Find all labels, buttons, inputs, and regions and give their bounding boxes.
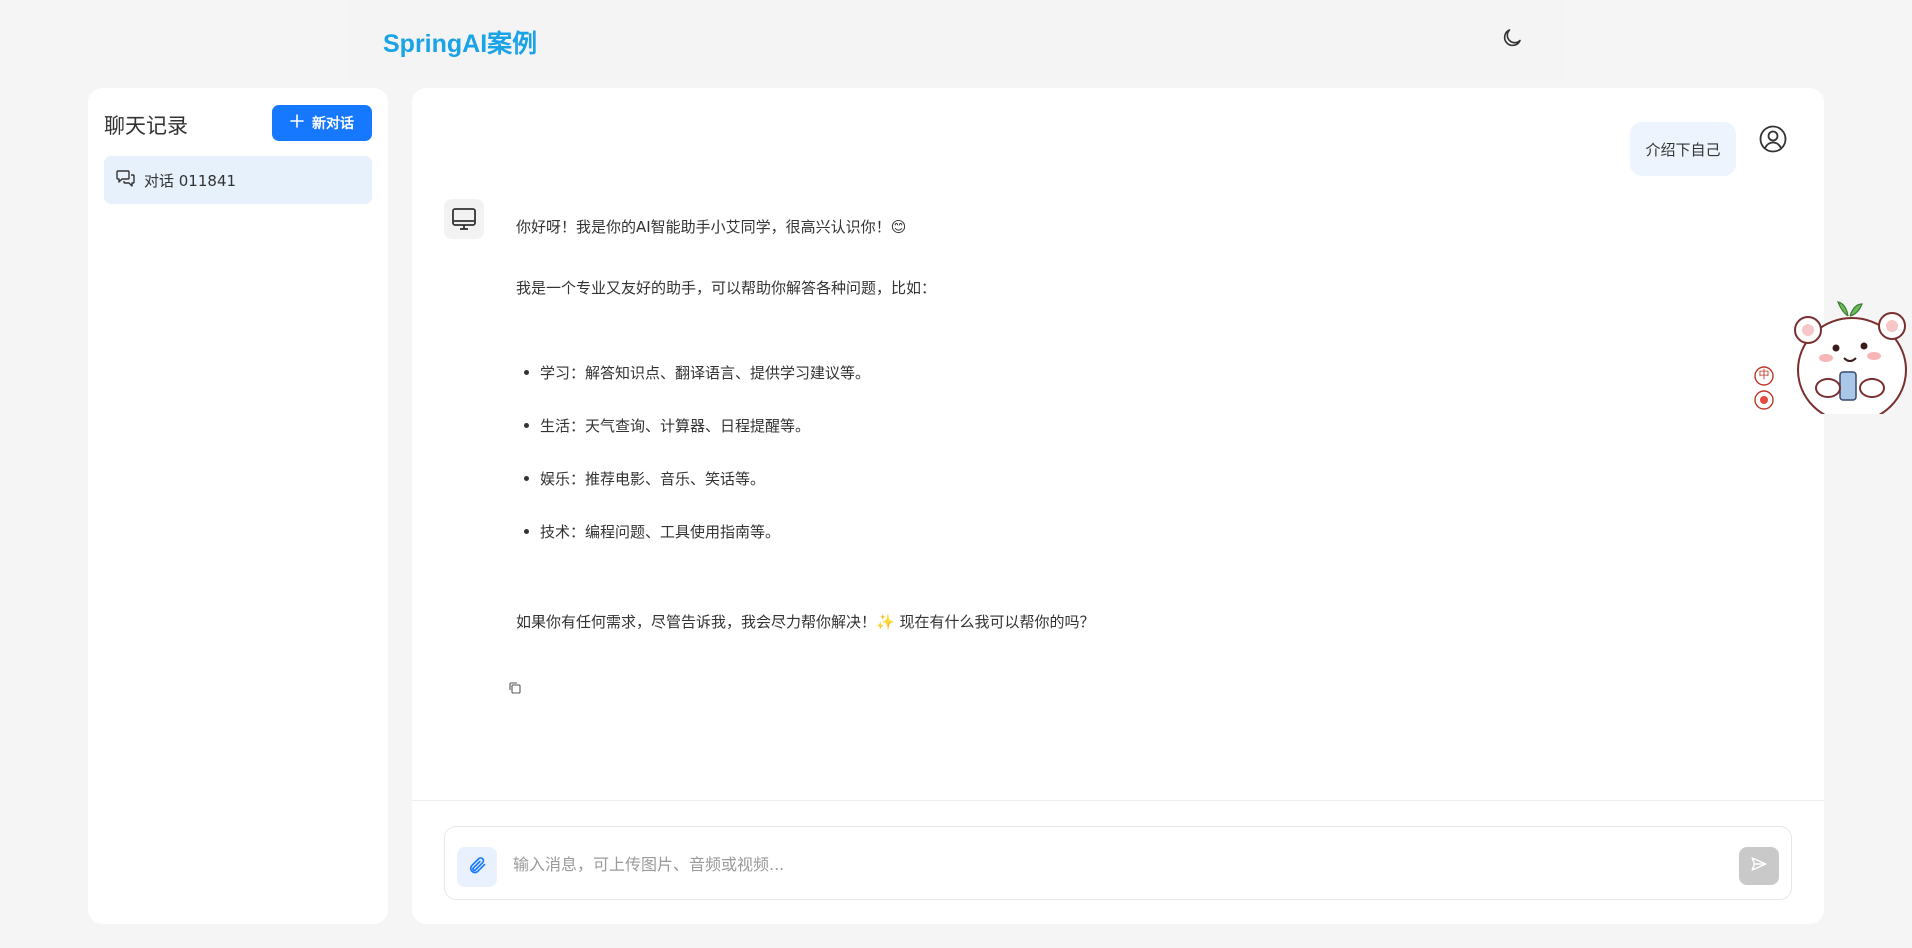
- send-button[interactable]: [1739, 847, 1779, 885]
- composer-divider: [412, 800, 1824, 801]
- mascot-widget[interactable]: 中: [1752, 292, 1912, 414]
- brand-title: SpringAI案例: [383, 30, 538, 58]
- sidebar-title: 聊天记录: [104, 114, 188, 138]
- list-item: 生活：天气查询、计算器、日程提醒等。: [516, 415, 810, 436]
- list-item: 娱乐：推荐电影、音乐、笑话等。: [516, 468, 765, 489]
- user-message-bubble: 介绍下自己: [1630, 122, 1736, 176]
- chat-history-sidebar: 聊天记录 新对话 对话 011841: [88, 88, 388, 924]
- list-item: 技术：编程问题、工具使用指南等。: [516, 521, 780, 542]
- copy-icon[interactable]: [508, 680, 522, 694]
- ai-avatar-icon: [444, 199, 484, 239]
- new-chat-label: 新对话: [312, 116, 354, 132]
- list-item: 学习：解答知识点、翻译语言、提供学习建议等。: [516, 362, 870, 383]
- attach-button[interactable]: [457, 847, 497, 887]
- moon-icon[interactable]: [1498, 24, 1526, 52]
- conversation-label: 对话 011841: [144, 171, 237, 190]
- ai-closing: 如果你有任何需求，尽管告诉我，我会尽力帮你解决！✨ 现在有什么我可以帮你的吗？: [516, 613, 1095, 631]
- message-input[interactable]: [513, 845, 1693, 883]
- ai-intro: 我是一个专业又友好的助手，可以帮助你解答各种问题，比如：: [516, 279, 937, 297]
- message-composer: [444, 826, 1792, 900]
- chat-bubbles-icon: [116, 169, 136, 191]
- send-icon: [1750, 855, 1768, 877]
- new-chat-button[interactable]: 新对话: [272, 105, 372, 141]
- plus-icon: [290, 114, 304, 132]
- chat-panel: 介绍下自己 你好呀！我是你的AI智能助手小艾同学，很高兴认识你！😊 我是一个专业…: [412, 88, 1824, 924]
- conversation-item[interactable]: 对话 011841: [104, 156, 372, 204]
- language-badge[interactable]: 中: [1756, 367, 1772, 383]
- user-message-text: 介绍下自己: [1645, 140, 1721, 159]
- user-avatar-icon: [1758, 124, 1788, 154]
- paperclip-icon: [467, 855, 487, 879]
- ai-greeting: 你好呀！我是你的AI智能助手小艾同学，很高兴认识你！😊: [516, 218, 907, 236]
